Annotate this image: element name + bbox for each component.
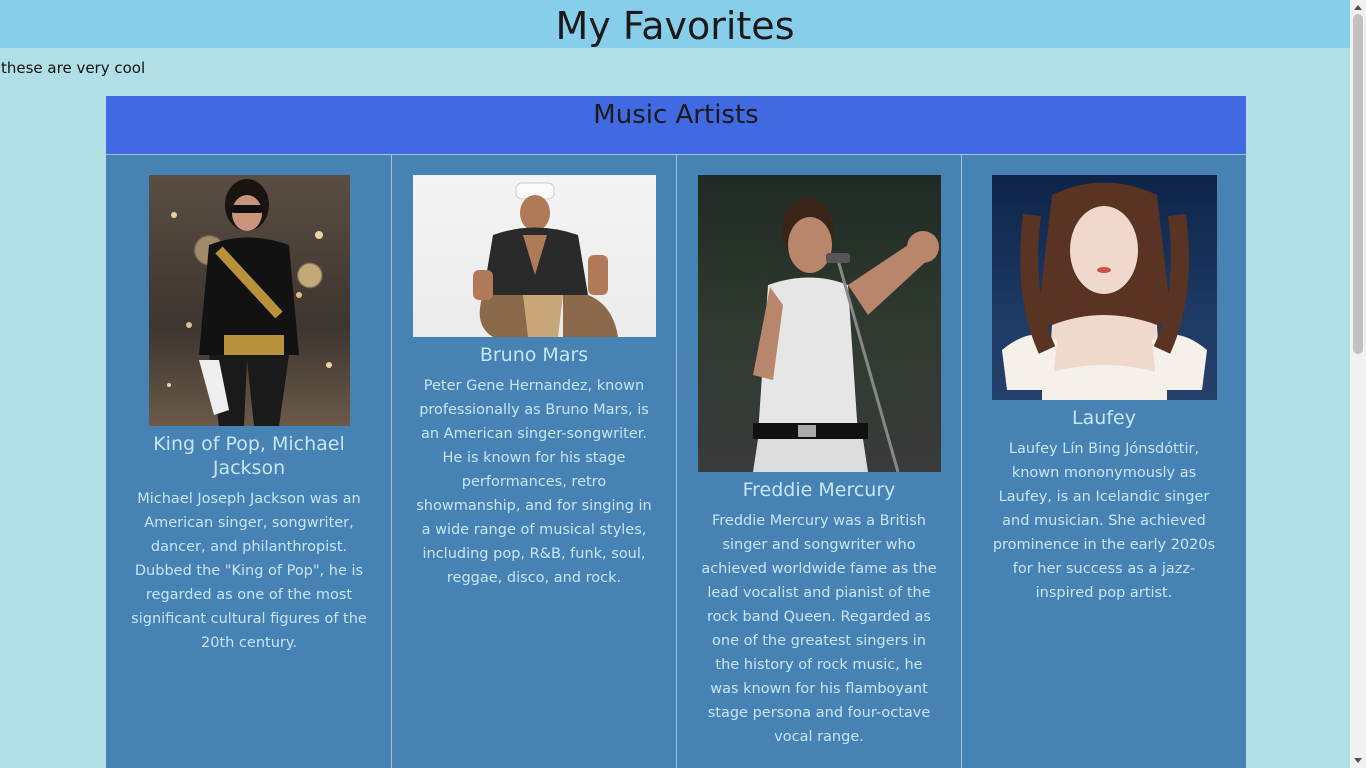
scroll-up-arrow-icon[interactable] <box>1354 5 1362 10</box>
freddie-mercury-photo <box>697 175 941 472</box>
intro-text: these are very cool <box>1 59 146 77</box>
page-header: My Favorites <box>0 0 1350 48</box>
artist-name: Freddie Mercury <box>742 479 896 501</box>
artist-description: Freddie Mercury was a British singer and… <box>701 513 937 745</box>
artist-card-michael-jackson: King of Pop, Michael Jackson Michael Jos… <box>106 155 391 768</box>
michael-jackson-photo <box>148 175 350 426</box>
artist-name: King of Pop, Michael Jackson <box>153 433 345 479</box>
scrollbar-thumb[interactable] <box>1353 14 1363 354</box>
artist-cards: King of Pop, Michael Jackson Michael Jos… <box>106 154 1246 768</box>
artist-card-laufey: Laufey Laufey Lín Bing Jónsdóttir, known… <box>961 155 1246 768</box>
artist-description: Peter Gene Hernandez, known professional… <box>416 378 652 586</box>
artist-name: Laufey <box>1072 407 1136 429</box>
artist-name: Bruno Mars <box>479 344 589 366</box>
music-artists-section: Music Artists King of Pop, Michael Jacks… <box>106 96 1246 768</box>
artist-card-bruno-mars: Bruno Mars Peter Gene Hernandez, known p… <box>391 155 676 768</box>
bruno-mars-photo <box>412 175 656 337</box>
page-title: My Favorites <box>555 4 795 48</box>
scroll-down-arrow-icon[interactable] <box>1354 758 1362 763</box>
artist-description: Michael Joseph Jackson was an American s… <box>131 491 367 651</box>
artist-description: Laufey Lín Bing Jónsdóttir, known monony… <box>992 441 1216 601</box>
laufey-photo <box>991 175 1217 400</box>
artist-card-freddie-mercury: Freddie Mercury Freddie Mercury was a Br… <box>676 155 961 768</box>
vertical-scrollbar[interactable] <box>1350 0 1366 768</box>
section-header: Music Artists <box>106 96 1246 154</box>
section-title: Music Artists <box>593 100 759 130</box>
